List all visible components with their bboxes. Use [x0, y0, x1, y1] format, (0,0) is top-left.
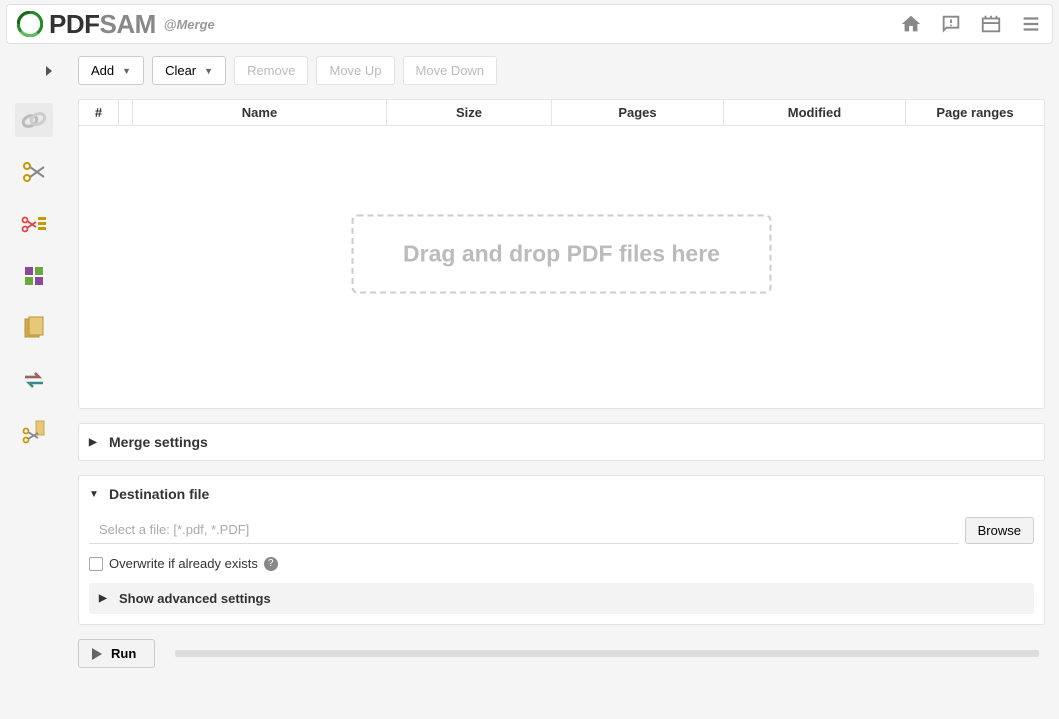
split-size-icon	[20, 419, 48, 445]
brand: PDFSAM @Merge	[17, 9, 215, 40]
remove-button[interactable]: Remove	[234, 56, 308, 85]
caret-right-icon: ▶	[99, 593, 111, 604]
add-button[interactable]: Add▼	[78, 56, 144, 85]
brand-subtitle: @Merge	[164, 17, 215, 32]
browse-button[interactable]: Browse	[965, 517, 1034, 544]
caret-right-icon: ▶	[89, 437, 101, 448]
sidebar-item-split-bookmarks[interactable]	[15, 207, 53, 241]
col-pages[interactable]: Pages	[552, 100, 724, 125]
col-size[interactable]: Size	[387, 100, 552, 125]
feedback-icon[interactable]	[940, 13, 962, 35]
home-icon[interactable]	[900, 13, 922, 35]
merge-settings-toggle[interactable]: ▶ Merge settings	[89, 434, 1034, 450]
destination-section: ▼ Destination file Browse Overwrite if a…	[78, 475, 1045, 625]
drop-zone[interactable]: Drag and drop PDF files here	[351, 215, 772, 294]
merge-settings-section: ▶ Merge settings	[78, 423, 1045, 461]
destination-file-input[interactable]	[89, 516, 959, 544]
advanced-settings-toggle[interactable]: ▶ Show advanced settings	[89, 583, 1034, 614]
play-icon	[91, 648, 103, 660]
mix-icon	[21, 315, 47, 341]
app-header: PDFSAM @Merge	[6, 4, 1053, 44]
col-name[interactable]: Name	[133, 100, 387, 125]
sidebar	[0, 44, 68, 709]
sidebar-item-merge[interactable]	[15, 103, 53, 137]
sidebar-item-alternate-mix[interactable]	[15, 311, 53, 345]
brand-text: PDFSAM	[49, 9, 156, 40]
app-logo-icon	[17, 11, 43, 37]
overwrite-label: Overwrite if already exists	[109, 556, 258, 571]
menu-icon[interactable]	[1020, 13, 1042, 35]
col-page-ranges[interactable]: Page ranges	[906, 100, 1044, 125]
sidebar-item-extract[interactable]	[15, 259, 53, 293]
overwrite-checkbox[interactable]	[89, 557, 103, 571]
col-modified[interactable]: Modified	[724, 100, 906, 125]
sidebar-item-split-size[interactable]	[15, 415, 53, 449]
sidebar-item-split[interactable]	[15, 155, 53, 189]
sidebar-collapse-icon[interactable]	[46, 64, 54, 79]
progress-bar	[175, 650, 1039, 657]
table-header: # Name Size Pages Modified Page ranges	[79, 100, 1044, 126]
toolbar: Add▼ Clear▼ Remove Move Up Move Down	[78, 56, 1045, 85]
extract-icon	[21, 263, 47, 289]
rotate-icon	[20, 369, 48, 391]
moveup-button[interactable]: Move Up	[316, 56, 394, 85]
col-index[interactable]: #	[79, 100, 119, 125]
destination-toggle[interactable]: ▼ Destination file	[89, 486, 1034, 502]
help-icon[interactable]: ?	[264, 557, 278, 571]
run-button[interactable]: Run	[78, 639, 155, 668]
sidebar-item-rotate[interactable]	[15, 363, 53, 397]
caret-down-icon: ▼	[89, 489, 101, 500]
clear-button[interactable]: Clear▼	[152, 56, 226, 85]
file-table: # Name Size Pages Modified Page ranges D…	[78, 99, 1045, 409]
split-bookmarks-icon	[20, 212, 48, 236]
merge-icon	[20, 109, 48, 131]
scissors-icon	[21, 159, 47, 185]
news-icon[interactable]	[980, 13, 1002, 35]
movedown-button[interactable]: Move Down	[403, 56, 498, 85]
